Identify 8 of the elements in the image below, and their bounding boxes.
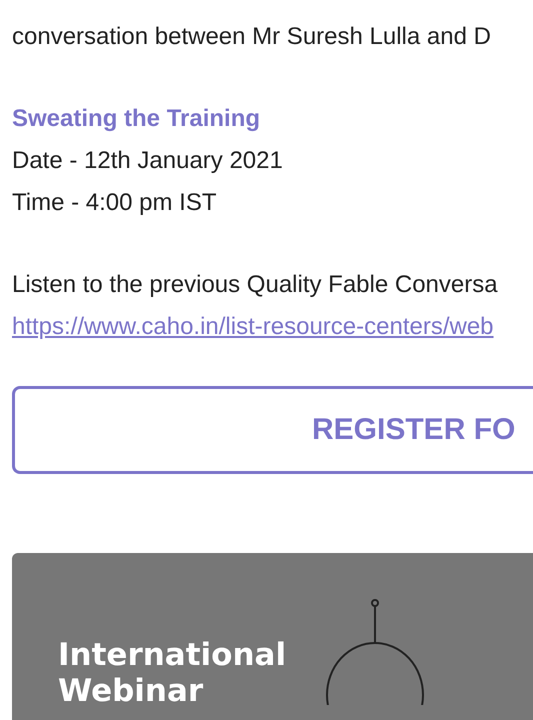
resource-link[interactable]: https://www.caho.in/list-resource-centers/web <box>12 306 494 348</box>
body-text: conversation between Mr Suresh Lulla and D <box>12 22 492 52</box>
session-title: Sweating the Training <box>12 104 262 134</box>
body-text: Listen to the previous Quality Fable Conversa <box>12 270 499 300</box>
session-date: Date - 12th January 2021 <box>12 146 284 176</box>
register-button[interactable]: REGISTER FO <box>12 386 533 474</box>
banner-heading: International Webinar <box>58 637 288 709</box>
session-time: Time - 4:00 pm IST <box>12 188 218 218</box>
